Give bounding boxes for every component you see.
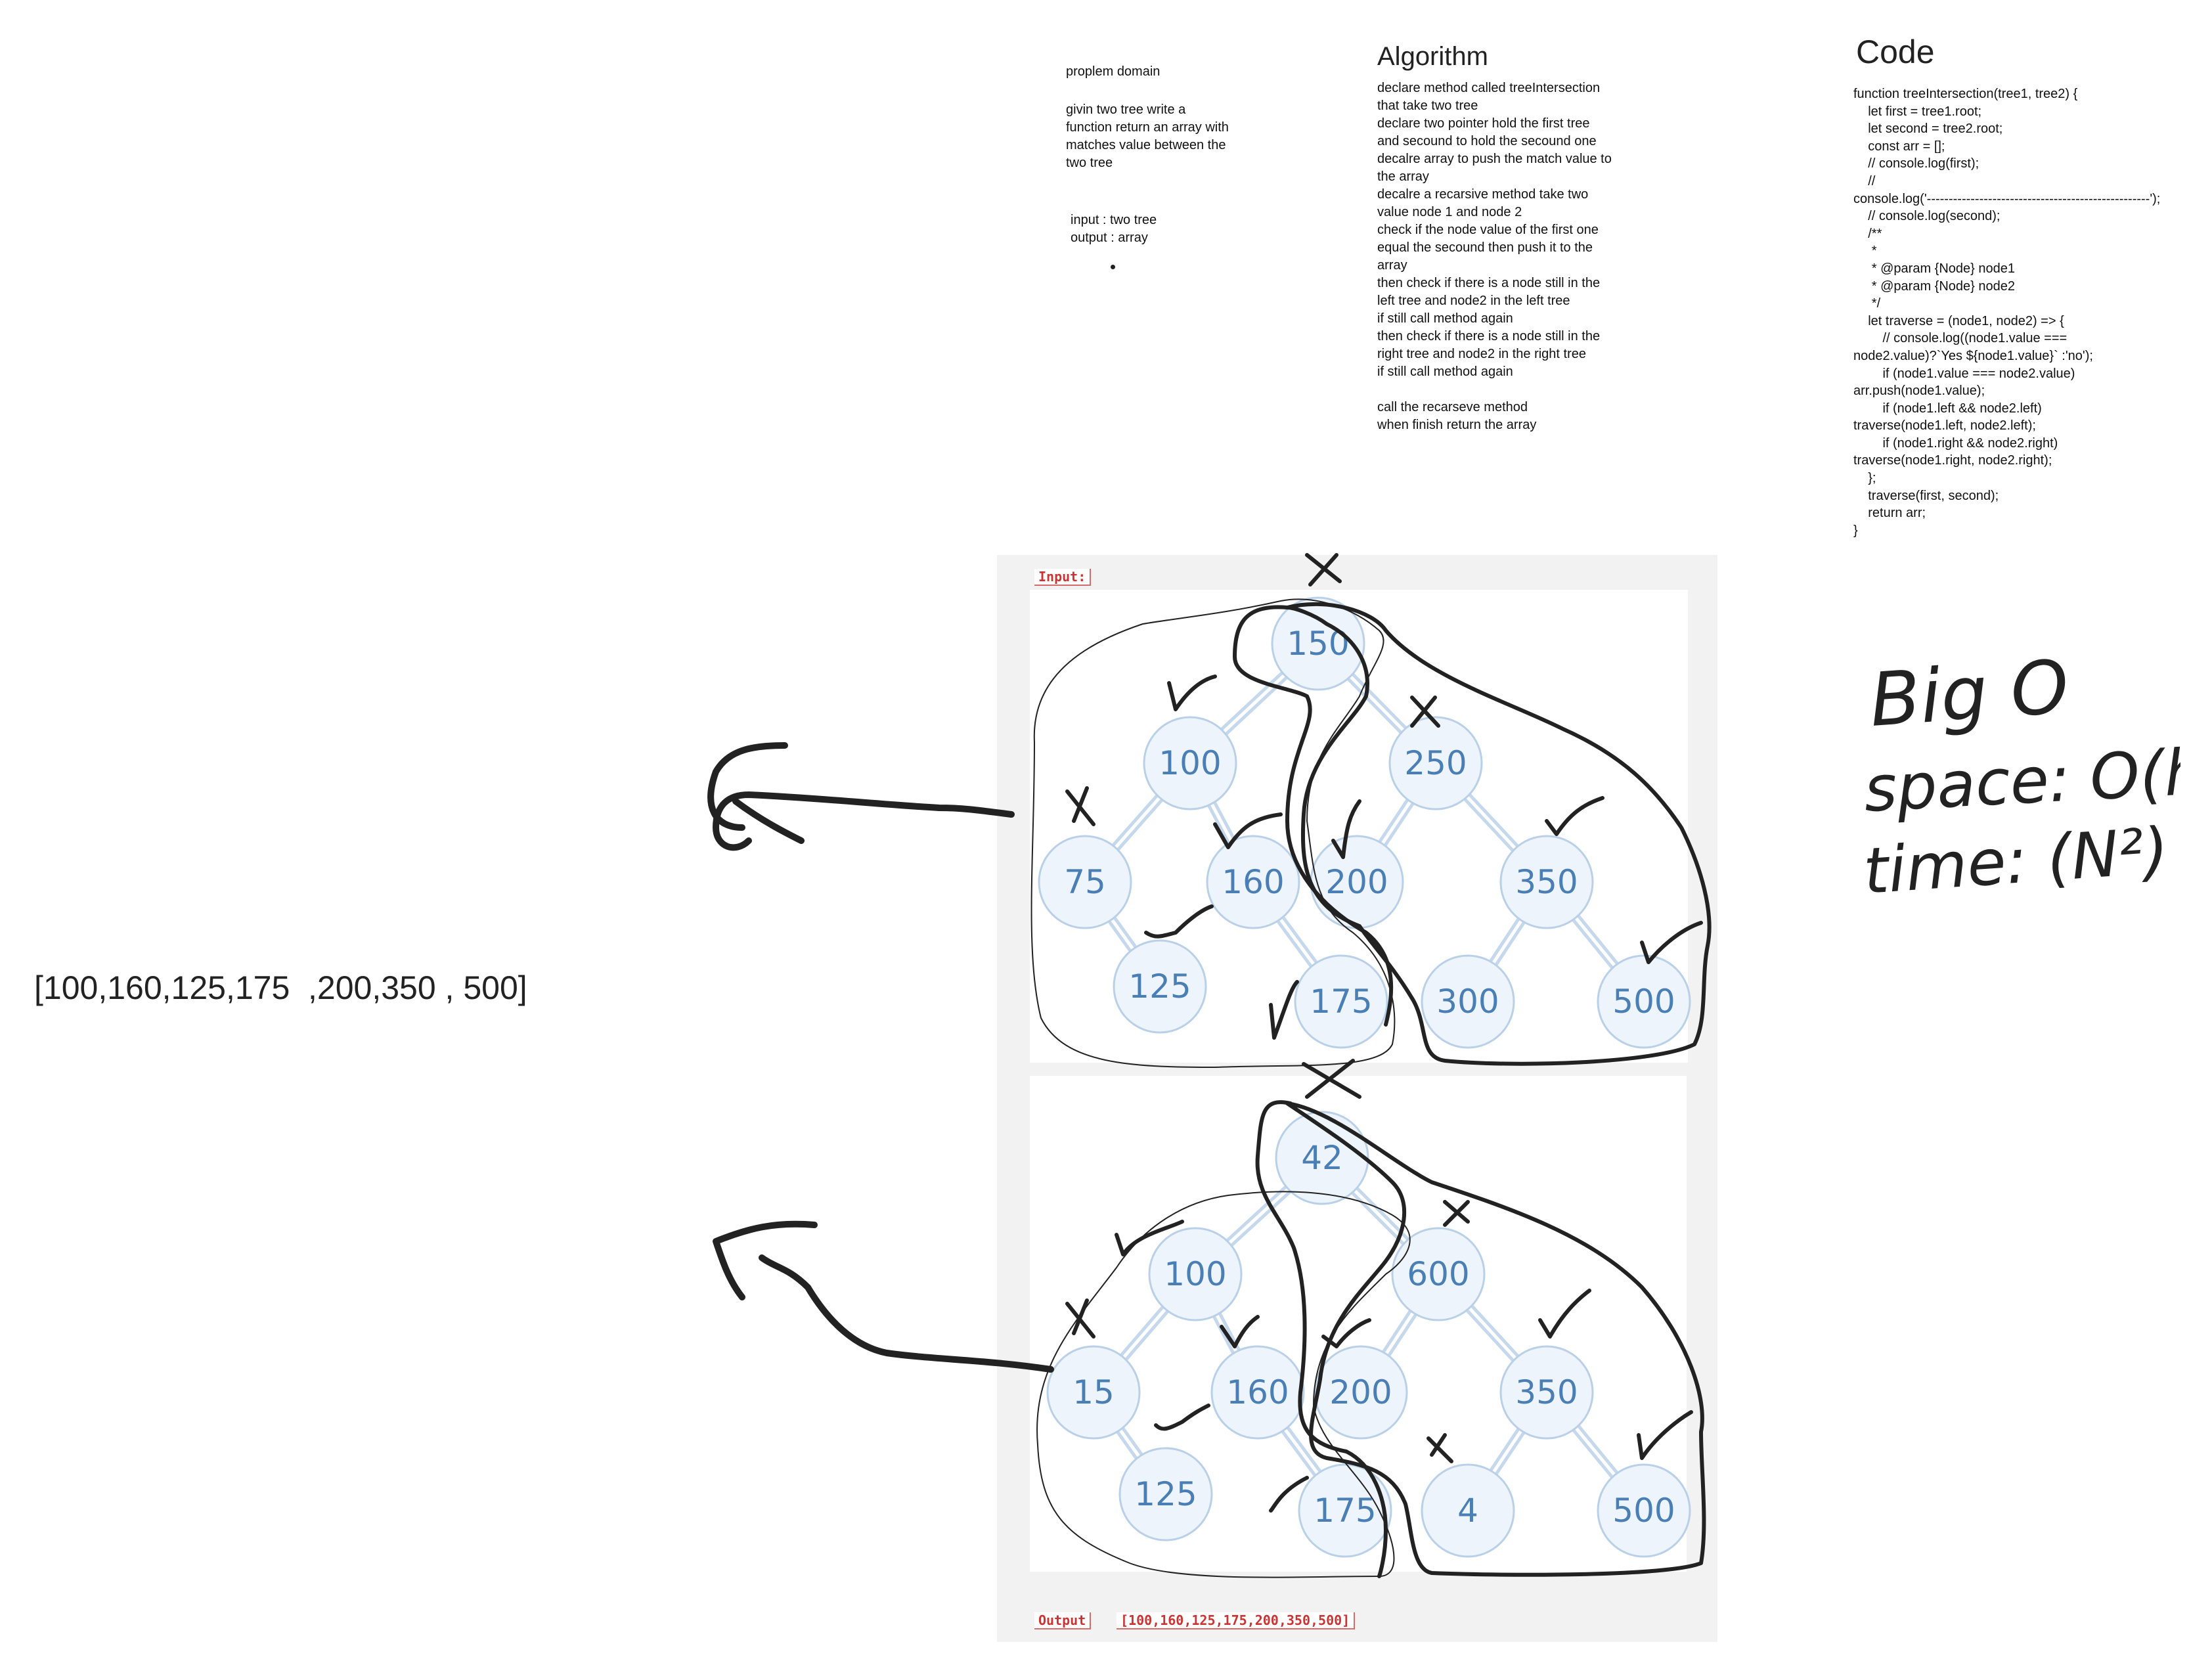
cross-mark (1443, 1200, 1470, 1227)
cross-mark (1065, 786, 1095, 826)
tree1-node-value: 500 (1612, 983, 1675, 1021)
tree1-node: 100 (1143, 716, 1237, 810)
tree1-node: 125 (1113, 939, 1207, 1034)
cross-mark (1065, 1298, 1095, 1339)
tree1-node: 200 (1310, 835, 1404, 929)
tree2-node-value: 200 (1329, 1373, 1392, 1411)
tree2-node: 4 (1421, 1463, 1515, 1558)
check-mark (1154, 1404, 1210, 1431)
tree2-node: 350 (1499, 1345, 1594, 1440)
tree1-node-value: 100 (1159, 744, 1221, 782)
check-mark (1321, 1318, 1371, 1348)
tree2-node: 500 (1597, 1463, 1691, 1558)
check-mark (1144, 904, 1214, 939)
tree2-node-value: 500 (1612, 1492, 1675, 1530)
arrow-lower (759, 1254, 1054, 1373)
tree2-node: 160 (1210, 1345, 1305, 1440)
tree2-node: 200 (1314, 1345, 1408, 1440)
tree2-node: 15 (1046, 1345, 1141, 1440)
check-mark (1545, 796, 1604, 836)
tree2-node-value: 4 (1457, 1492, 1478, 1530)
tree1-node: 300 (1421, 954, 1515, 1049)
tree2-node-value: 175 (1314, 1492, 1376, 1530)
tree2-node-value: 160 (1226, 1373, 1289, 1411)
tree2-node-value: 600 (1407, 1255, 1469, 1293)
tree1-node-value: 125 (1128, 967, 1191, 1006)
tree1-node: 75 (1038, 835, 1132, 929)
cross-mark (1305, 553, 1342, 587)
check-mark (1637, 1410, 1693, 1460)
tree2-node-value: 100 (1164, 1255, 1226, 1293)
tree2-node: 600 (1391, 1227, 1486, 1321)
tree1-node-value: 350 (1515, 863, 1578, 901)
tree-diagrams: 150100 25075 160 200 350125 175 300 50042100 600… (707, 553, 1712, 1578)
tree1-node: 250 (1388, 716, 1483, 810)
tree2-node: 125 (1118, 1447, 1213, 1541)
tree1-node-value: 75 (1064, 863, 1106, 901)
tree2-node-value: 15 (1073, 1373, 1115, 1411)
check-mark (1167, 675, 1217, 711)
tree2-node-value: 350 (1515, 1373, 1578, 1411)
tree1-node-value: 200 (1325, 863, 1388, 901)
tree1-node-value: 175 (1310, 983, 1372, 1021)
tree2-node: 175 (1298, 1463, 1392, 1558)
tree1-node: 175 (1294, 954, 1388, 1049)
tree2-node-value: 42 (1301, 1139, 1343, 1177)
tree1-node: 350 (1499, 835, 1594, 929)
tree1-node: 160 (1206, 835, 1300, 929)
check-mark (1538, 1289, 1591, 1339)
cross-mark (1427, 1433, 1453, 1463)
tree2-node: 100 (1148, 1227, 1243, 1321)
tree2-node-value: 125 (1134, 1475, 1197, 1513)
tree1-node-value: 160 (1222, 863, 1284, 901)
tree1-node-value: 250 (1404, 744, 1467, 782)
tree1-node: 500 (1597, 954, 1691, 1049)
tree1-node-value: 300 (1436, 983, 1499, 1021)
check-mark (1269, 980, 1299, 1040)
cross-mark (1302, 1059, 1361, 1099)
